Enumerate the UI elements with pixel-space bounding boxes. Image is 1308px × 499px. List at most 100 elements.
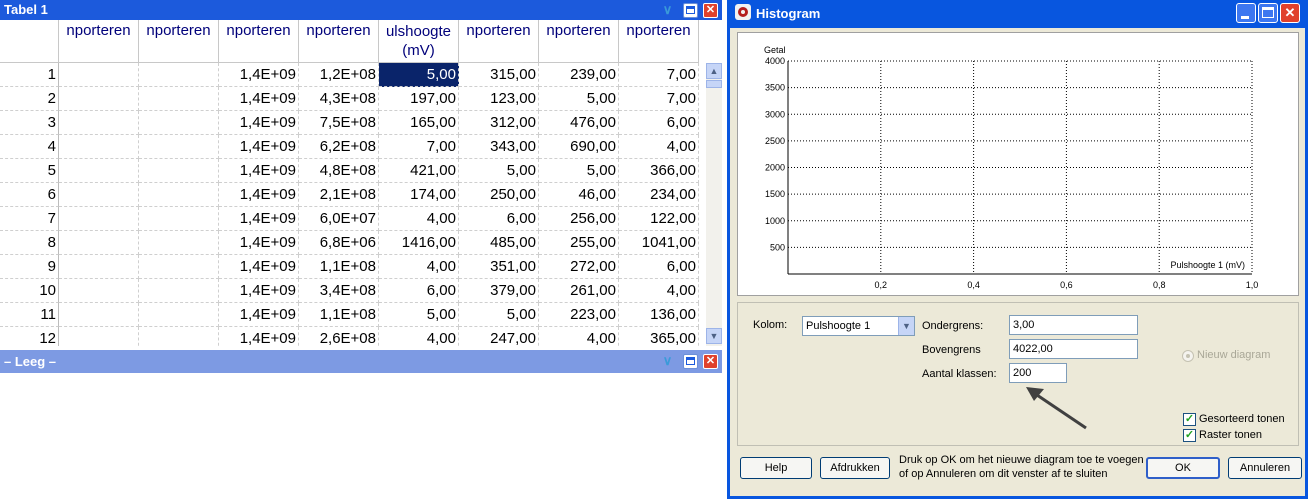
maximize-button[interactable] xyxy=(683,354,698,369)
table-cell[interactable]: 6,0E+07 xyxy=(299,207,379,231)
table-cell[interactable] xyxy=(59,111,139,135)
table-cell[interactable]: 123,00 xyxy=(459,87,539,111)
table-cell[interactable]: 1416,00 xyxy=(379,231,459,255)
table-cell[interactable]: 7,00 xyxy=(619,87,699,111)
row-number[interactable]: 2 xyxy=(0,87,59,111)
column-header[interactable]: nporteren xyxy=(619,20,699,63)
table-cell[interactable]: 351,00 xyxy=(459,255,539,279)
raster-checkbox[interactable]: ✓ xyxy=(1183,429,1196,442)
afdrukken-button[interactable]: Afdrukken xyxy=(820,457,890,479)
table-cell[interactable]: 4,00 xyxy=(379,207,459,231)
table-cell[interactable]: 312,00 xyxy=(459,111,539,135)
chevron-down-icon[interactable]: ∨ xyxy=(660,354,675,369)
table-cell[interactable] xyxy=(139,135,219,159)
table-cell[interactable] xyxy=(59,135,139,159)
table-cell[interactable] xyxy=(59,327,139,346)
help-button[interactable]: Help xyxy=(740,457,812,479)
aantal-klassen-field[interactable]: 200 xyxy=(1009,363,1067,383)
maximize-button[interactable] xyxy=(683,3,698,18)
table-cell[interactable]: 5,00 xyxy=(539,159,619,183)
table-cell[interactable]: 1,4E+09 xyxy=(219,111,299,135)
table-cell[interactable]: 4,8E+08 xyxy=(299,159,379,183)
table-cell[interactable]: 315,00 xyxy=(459,63,539,87)
table-cell[interactable]: 5,00 xyxy=(379,303,459,327)
table-cell[interactable]: 250,00 xyxy=(459,183,539,207)
column-header[interactable]: nporteren xyxy=(59,20,139,63)
row-number[interactable]: 9 xyxy=(0,255,59,279)
table-cell[interactable] xyxy=(139,63,219,87)
table-cell[interactable]: 2,1E+08 xyxy=(299,183,379,207)
table-cell[interactable] xyxy=(59,255,139,279)
close-button[interactable]: ✕ xyxy=(703,3,718,18)
table-row[interactable]: 5 1,4E+09 4,8E+08 421,00 5,00 5,00 366,00 xyxy=(0,159,706,183)
kolom-select[interactable]: Pulshoogte 1 ▼ xyxy=(802,316,915,336)
table-cell[interactable]: 1,4E+09 xyxy=(219,303,299,327)
table-cell[interactable]: 3,4E+08 xyxy=(299,279,379,303)
vertical-scrollbar[interactable]: ▲ ▼ xyxy=(706,63,722,346)
table-cell[interactable] xyxy=(59,303,139,327)
table-cell[interactable]: 223,00 xyxy=(539,303,619,327)
table-cell[interactable]: 379,00 xyxy=(459,279,539,303)
column-header[interactable]: nporteren xyxy=(299,20,379,63)
row-number[interactable]: 1 xyxy=(0,63,59,87)
table-cell[interactable]: 7,5E+08 xyxy=(299,111,379,135)
table-cell[interactable] xyxy=(59,279,139,303)
table-cell[interactable]: 1,4E+09 xyxy=(219,183,299,207)
close-button[interactable]: ✕ xyxy=(703,354,718,369)
table-cell[interactable]: 1,1E+08 xyxy=(299,255,379,279)
table-cell[interactable]: 136,00 xyxy=(619,303,699,327)
table-cell[interactable]: 365,00 xyxy=(619,327,699,346)
table-cell[interactable]: 6,00 xyxy=(619,111,699,135)
table-cell[interactable]: 7,00 xyxy=(619,63,699,87)
table-cell[interactable]: 4,00 xyxy=(379,327,459,346)
table-cell[interactable]: 239,00 xyxy=(539,63,619,87)
table-cell[interactable]: 1,1E+08 xyxy=(299,303,379,327)
row-number[interactable]: 7 xyxy=(0,207,59,231)
table-cell[interactable]: 234,00 xyxy=(619,183,699,207)
table-row[interactable]: 8 1,4E+09 6,8E+06 1416,00 485,00 255,00 1041,0… xyxy=(0,231,706,255)
table-cell[interactable]: 5,00 xyxy=(379,63,459,87)
table-cell[interactable]: 256,00 xyxy=(539,207,619,231)
table-cell[interactable]: 174,00 xyxy=(379,183,459,207)
table-cell[interactable]: 485,00 xyxy=(459,231,539,255)
table-cell[interactable] xyxy=(139,183,219,207)
table-cell[interactable]: 6,2E+08 xyxy=(299,135,379,159)
table-row[interactable]: 3 1,4E+09 7,5E+08 165,00 312,00 476,00 6,00 xyxy=(0,111,706,135)
ok-button[interactable]: OK xyxy=(1146,457,1220,479)
table-cell[interactable] xyxy=(59,231,139,255)
table-row[interactable]: 7 1,4E+09 6,0E+07 4,00 6,00 256,00 122,00 xyxy=(0,207,706,231)
bovengrens-field[interactable]: 4022,00 xyxy=(1009,339,1138,359)
row-number[interactable]: 10 xyxy=(0,279,59,303)
table-title-bar[interactable]: Tabel 1 ∨ ✕ xyxy=(0,0,722,20)
table-cell[interactable]: 1,4E+09 xyxy=(219,231,299,255)
table-cell[interactable]: 1,2E+08 xyxy=(299,63,379,87)
table-cell[interactable]: 1,4E+09 xyxy=(219,87,299,111)
chevron-down-icon[interactable]: ▼ xyxy=(898,317,914,335)
table-cell[interactable]: 6,8E+06 xyxy=(299,231,379,255)
table-cell[interactable] xyxy=(139,327,219,346)
scroll-up-button[interactable]: ▲ xyxy=(706,63,722,79)
table-cell[interactable] xyxy=(139,111,219,135)
row-number[interactable]: 5 xyxy=(0,159,59,183)
table-cell[interactable] xyxy=(139,207,219,231)
table-cell[interactable] xyxy=(59,183,139,207)
row-number[interactable]: 3 xyxy=(0,111,59,135)
row-number[interactable]: 11 xyxy=(0,303,59,327)
gesorteerd-checkbox[interactable]: ✓ xyxy=(1183,413,1196,426)
ondergrens-field[interactable]: 3,00 xyxy=(1009,315,1138,335)
annuleren-button[interactable]: Annuleren xyxy=(1228,457,1302,479)
table-cell[interactable] xyxy=(139,159,219,183)
row-number[interactable]: 6 xyxy=(0,183,59,207)
table-cell[interactable] xyxy=(59,87,139,111)
table-cell[interactable]: 1,4E+09 xyxy=(219,327,299,346)
table-cell[interactable]: 4,3E+08 xyxy=(299,87,379,111)
table-cell[interactable]: 5,00 xyxy=(459,159,539,183)
scroll-thumb[interactable] xyxy=(706,80,722,88)
table-cell[interactable]: 6,00 xyxy=(619,255,699,279)
table-cell[interactable]: 476,00 xyxy=(539,111,619,135)
table-cell[interactable]: 197,00 xyxy=(379,87,459,111)
table-cell[interactable]: 4,00 xyxy=(619,279,699,303)
table-cell[interactable]: 4,00 xyxy=(539,327,619,346)
data-grid[interactable]: nporteren nporteren nporteren nporteren ulsh… xyxy=(0,20,706,346)
close-button[interactable]: ✕ xyxy=(1280,3,1300,23)
